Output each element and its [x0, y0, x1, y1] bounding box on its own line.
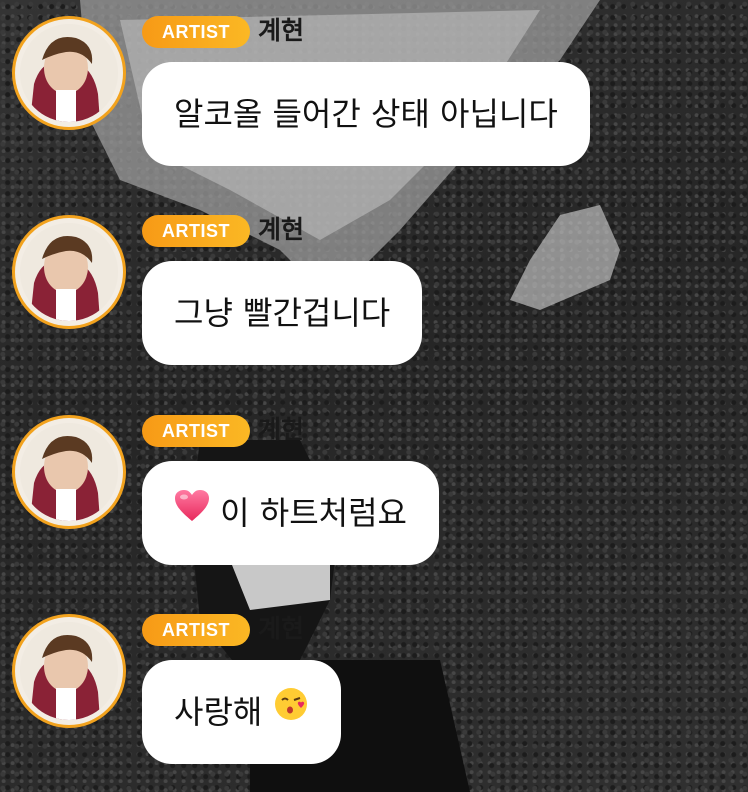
message-bubble: 알코올 들어간 상태 아닙니다 — [142, 62, 590, 166]
avatar-photo — [20, 423, 118, 521]
message-text: 알코올 들어간 상태 아닙니다 — [174, 95, 558, 133]
artist-badge: ARTIST — [142, 16, 250, 48]
message-text: 사랑해 — [174, 693, 263, 731]
avatar-photo — [20, 223, 118, 321]
artist-badge: ARTIST — [142, 415, 250, 447]
artist-badge: ARTIST — [142, 614, 250, 646]
avatar-photo — [20, 622, 118, 720]
message-text: 그냥 빨간겁니다 — [174, 294, 391, 332]
artist-badge: ARTIST — [142, 215, 250, 247]
sender-name: 계현 — [258, 215, 305, 244]
message-bubble: 사랑해 — [142, 660, 341, 764]
sender-name: 계현 — [258, 415, 305, 444]
heart-emoji-icon — [174, 460, 210, 564]
avatar[interactable] — [12, 415, 126, 529]
avatar[interactable] — [12, 614, 126, 728]
sender-name: 계현 — [258, 614, 305, 643]
message-bubble: 그냥 빨간겁니다 — [142, 261, 423, 365]
kissing-face-emoji-icon — [273, 659, 309, 763]
message-bubble: 이 하트처럼요 — [142, 461, 439, 565]
message-text: 이 하트처럼요 — [220, 494, 407, 532]
avatar[interactable] — [12, 215, 126, 329]
sender-name: 계현 — [258, 16, 305, 45]
avatar-photo — [20, 24, 118, 122]
avatar[interactable] — [12, 16, 126, 130]
